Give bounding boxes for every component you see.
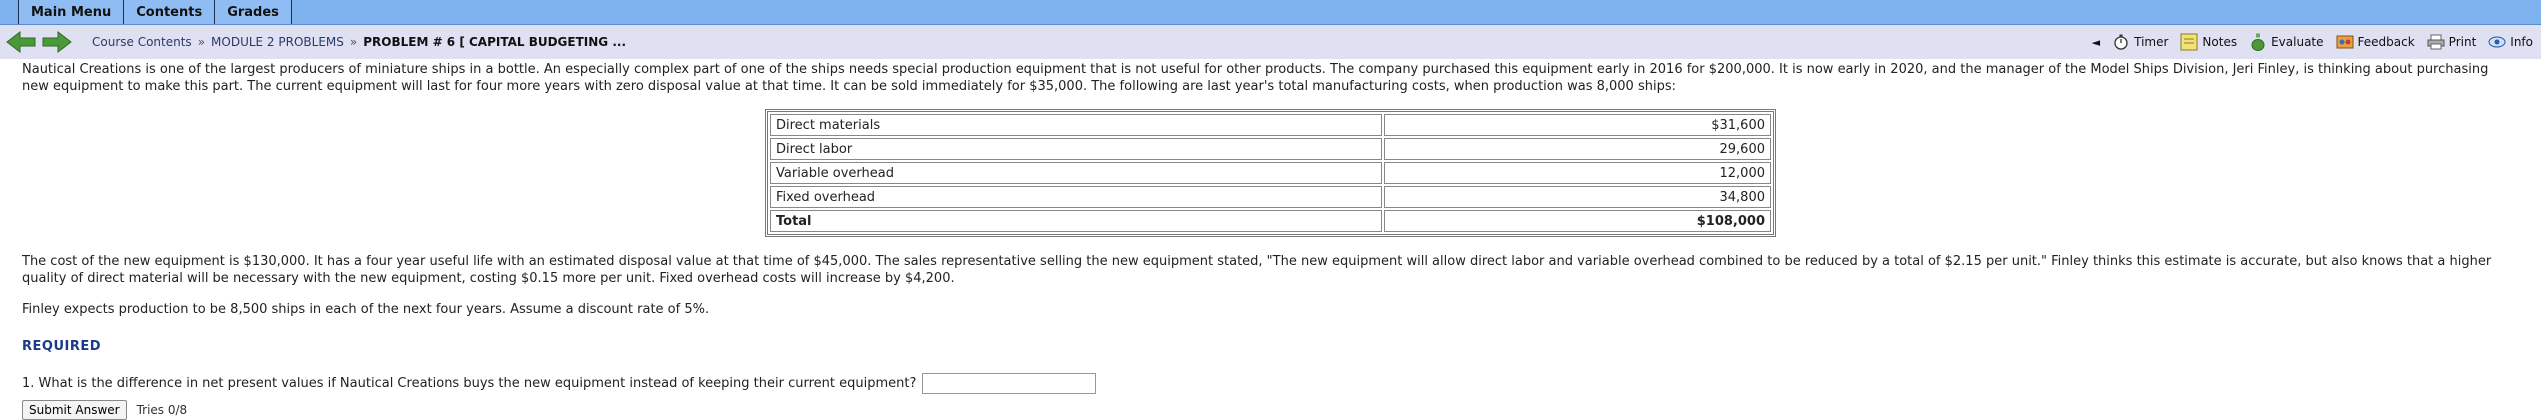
- cost-value: 12,000: [1384, 162, 1771, 184]
- timer-tool[interactable]: Timer: [2112, 33, 2168, 51]
- manufacturing-costs-table: Direct materials $31,600 Direct labor 29…: [765, 109, 1776, 237]
- cost-label: Direct labor: [770, 138, 1382, 160]
- collapse-arrow-icon[interactable]: ◄: [2092, 36, 2100, 49]
- breadcrumb-course-contents[interactable]: Course Contents: [92, 35, 192, 49]
- cost-label: Variable overhead: [770, 162, 1382, 184]
- submit-answer-button[interactable]: Submit Answer: [22, 400, 127, 420]
- forward-arrow-icon[interactable]: [42, 30, 72, 54]
- table-row-total: Total $108,000: [770, 210, 1771, 232]
- back-arrow-icon[interactable]: [6, 30, 36, 54]
- question-text: 1. What is the difference in net present…: [22, 376, 917, 391]
- printer-icon: [2427, 33, 2445, 51]
- info-eye-icon: [2488, 33, 2506, 51]
- cost-label: Direct materials: [770, 114, 1382, 136]
- navigation-bar: Course Contents » MODULE 2 PROBLEMS » PR…: [0, 25, 2541, 59]
- notes-label: Notes: [2202, 35, 2238, 49]
- breadcrumb-current: PROBLEM # 6 [ CAPITAL BUDGETING ...: [363, 35, 626, 49]
- print-tool[interactable]: Print: [2427, 33, 2477, 51]
- evaluate-label: Evaluate: [2271, 35, 2324, 49]
- required-heading: REQUIRED: [22, 339, 102, 354]
- cost-value: 34,800: [1384, 186, 1771, 208]
- cost-value: $31,600: [1384, 114, 1771, 136]
- tries-counter: Tries 0/8: [136, 402, 188, 417]
- evaluate-tool[interactable]: Evaluate: [2249, 33, 2324, 51]
- table-row: Direct materials $31,600: [770, 114, 1771, 136]
- notes-tool[interactable]: Notes: [2180, 33, 2237, 51]
- info-tool[interactable]: Info: [2488, 33, 2533, 51]
- notepad-icon: [2180, 33, 2198, 51]
- evaluate-bottle-icon: [2249, 33, 2267, 51]
- answer-input[interactable]: [922, 373, 1097, 394]
- breadcrumb: Course Contents » MODULE 2 PROBLEMS » PR…: [92, 35, 626, 49]
- table-row: Variable overhead 12,000: [770, 162, 1771, 184]
- breadcrumb-module[interactable]: MODULE 2 PROBLEMS: [211, 35, 344, 49]
- stopwatch-icon: [2112, 33, 2130, 51]
- timer-label: Timer: [2134, 35, 2169, 49]
- cost-label: Total: [770, 210, 1382, 232]
- info-label: Info: [2510, 35, 2533, 49]
- cost-label: Fixed overhead: [770, 186, 1382, 208]
- main-menubar: Main Menu Contents Grades: [0, 0, 2541, 25]
- feedback-tool[interactable]: Feedback: [2336, 33, 2415, 51]
- problem-paragraph-2: The cost of the new equipment is $130,00…: [22, 254, 2492, 286]
- menu-contents[interactable]: Contents: [124, 0, 216, 24]
- menu-grades[interactable]: Grades: [215, 0, 292, 24]
- toolbar: ◄ Timer Notes Evaluate Feedback Print In…: [2092, 25, 2533, 59]
- cost-value: 29,600: [1384, 138, 1771, 160]
- breadcrumb-separator: »: [349, 35, 358, 49]
- problem-content: Nautical Creations is one of the largest…: [0, 59, 2541, 420]
- cost-value: $108,000: [1384, 210, 1771, 232]
- question-row: 1. What is the difference in net present…: [22, 373, 2519, 394]
- feedback-label: Feedback: [2357, 35, 2415, 49]
- breadcrumb-separator: »: [197, 35, 206, 49]
- menu-main-menu[interactable]: Main Menu: [18, 0, 125, 24]
- problem-intro: Nautical Creations is one of the largest…: [22, 62, 2489, 94]
- print-label: Print: [2448, 35, 2477, 49]
- feedback-icon: [2336, 33, 2354, 51]
- submit-row: Submit Answer Tries 0/8: [22, 400, 2519, 420]
- problem-paragraph-3: Finley expects production to be 8,500 sh…: [22, 302, 710, 317]
- table-row: Direct labor 29,600: [770, 138, 1771, 160]
- table-row: Fixed overhead 34,800: [770, 186, 1771, 208]
